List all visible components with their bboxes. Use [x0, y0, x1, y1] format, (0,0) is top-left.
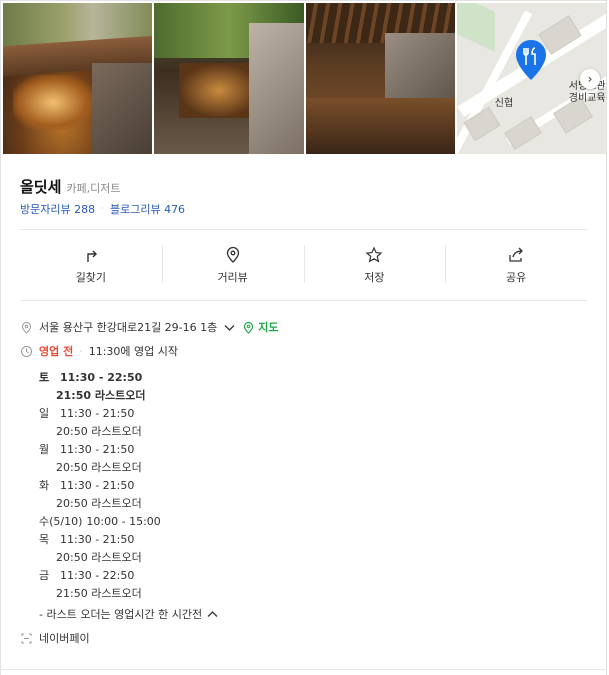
place-category: 카페,디저트: [66, 182, 121, 195]
hours-last-order: 20:50 라스트오더: [56, 551, 142, 564]
payment-row: 네이버페이: [20, 630, 90, 646]
hours-time: 11:30 - 21:50: [60, 479, 135, 492]
status-badge: 영업 전: [39, 345, 74, 358]
hours-row: 일 11:30 - 21:50: [39, 405, 161, 423]
status-row: 영업 전 · 11:30에 영업 시작: [20, 343, 178, 359]
status-detail: 11:30에 영업 시작: [88, 345, 178, 358]
hours-time: 11:30 - 22:50: [60, 371, 143, 384]
place-name: 올딧세: [20, 178, 62, 196]
location-pin-icon: [21, 321, 32, 334]
divider: [0, 669, 607, 670]
hours-note-row[interactable]: - 라스트 오더는 영업시간 한 시간전: [39, 606, 219, 622]
chevron-down-icon[interactable]: [223, 321, 236, 334]
hours-last-order: 21:50 라스트오더: [56, 587, 142, 600]
directions-label: 길찾기: [75, 270, 107, 284]
hours-row: 금 11:30 - 22:50: [39, 567, 161, 585]
clock-icon: [21, 345, 32, 357]
hours-last-order: 20:50 라스트오더: [56, 425, 142, 438]
payment-text: 네이버페이: [39, 632, 90, 645]
hours-row: 목 11:30 - 21:50: [39, 531, 161, 549]
hours-last-order: 20:50 라스트오더: [56, 497, 142, 510]
hours-day: 토: [39, 371, 50, 384]
hours-row: 월 11:30 - 21:50: [39, 441, 161, 459]
save-label: 저장: [364, 270, 385, 284]
share-label: 공유: [506, 270, 527, 284]
map-link[interactable]: 지도: [258, 319, 278, 335]
hours-row: 화 11:30 - 21:50: [39, 477, 161, 495]
address-text: 서울 용산구 한강대로21길 29-16 1층: [39, 321, 218, 334]
photo-interior[interactable]: [305, 3, 455, 154]
directions-button[interactable]: 길찾기: [20, 237, 162, 293]
hours-time: 11:30 - 21:50: [60, 533, 135, 546]
photo-garden[interactable]: [154, 3, 304, 154]
street-view-button[interactable]: 거리뷰: [161, 237, 304, 293]
hours-row: 토 11:30 - 22:50: [39, 369, 161, 387]
share-icon: [509, 247, 524, 262]
map-label-shinhyup: 신협: [494, 98, 514, 109]
action-bar: 길찾기 거리뷰 저장 공유: [20, 237, 587, 293]
separator-dot: ·: [79, 344, 83, 358]
star-icon: [365, 246, 383, 262]
hours-note: - 라스트 오더는 영업시간 한 시간전: [39, 608, 203, 621]
chevron-right-icon[interactable]: ›: [580, 69, 600, 89]
hours-last-order: 20:50 라스트오더: [56, 461, 142, 474]
address-row: 서울 용산구 한강대로21길 29-16 1층 지도: [20, 319, 279, 335]
review-links: 방문자리뷰 288 · 블로그리뷰 476: [20, 201, 185, 217]
street-view-label: 거리뷰: [217, 270, 248, 284]
blog-reviews-link[interactable]: 블로그리뷰 476: [110, 201, 185, 217]
share-button[interactable]: 공유: [445, 237, 587, 293]
hours-list: 토 11:30 - 22:50 21:50 라스트오더 일 11:30 - 21:50 2…: [39, 369, 161, 603]
map-thumbnail[interactable]: 신협 서빙고관 경비교육 ›: [456, 3, 606, 154]
divider: [20, 300, 587, 301]
map-pin-icon: [515, 40, 546, 80]
chevron-up-icon[interactable]: [206, 608, 219, 621]
payment-icon: [21, 633, 32, 643]
hours-day: 월: [39, 443, 50, 456]
hours-time: 11:30 - 21:50: [60, 407, 135, 420]
hours-time: 10:00 - 15:00: [86, 515, 161, 528]
location-pin-icon: [244, 321, 254, 334]
hours-time: 11:30 - 22:50: [60, 569, 135, 582]
photo-strip: 신협 서빙고관 경비교육 ›: [3, 3, 606, 154]
hours-day: 일: [39, 407, 50, 420]
directions-icon: [87, 250, 97, 262]
place-header: 올딧세 카페,디저트: [20, 176, 121, 197]
hours-last-order: 21:50 라스트오더: [56, 389, 146, 402]
visitor-reviews-link[interactable]: 방문자리뷰 288: [20, 201, 95, 217]
hours-time: 11:30 - 21:50: [60, 443, 135, 456]
divider: [20, 229, 587, 230]
hours-day: 금: [39, 569, 50, 582]
save-button[interactable]: 저장: [303, 237, 446, 293]
hours-day: 화: [39, 479, 50, 492]
location-pin-icon: [226, 246, 239, 263]
hours-day: 목: [39, 533, 50, 546]
hours-row: 수(5/10) 10:00 - 15:00: [39, 513, 161, 531]
hours-day: 수(5/10): [39, 515, 83, 528]
photo-exterior[interactable]: [3, 3, 153, 154]
map-label-2: 경비교육: [568, 93, 606, 104]
separator-dot: ·: [101, 204, 104, 214]
